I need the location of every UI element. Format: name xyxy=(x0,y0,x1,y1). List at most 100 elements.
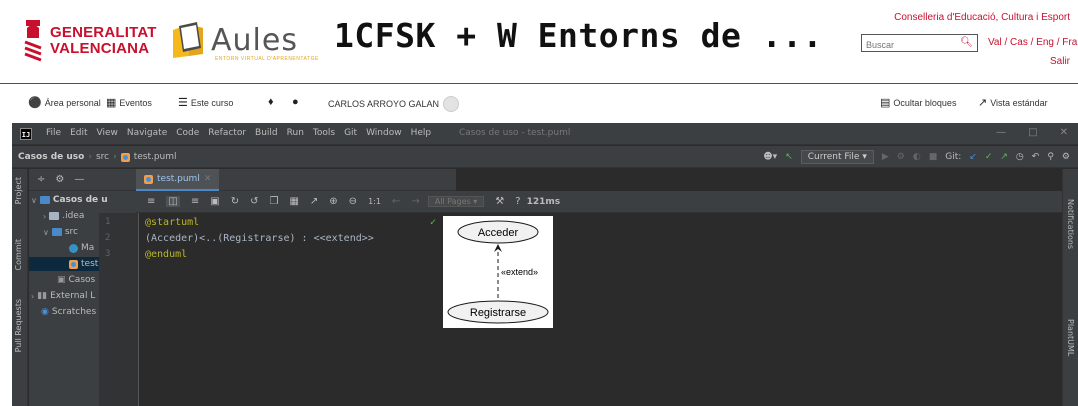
debug-icon[interactable]: ⚙ xyxy=(897,152,905,162)
menu-code[interactable]: Code xyxy=(176,128,199,138)
git-commit-icon[interactable]: ✓ xyxy=(985,152,993,162)
coverage-icon[interactable]: ◐ xyxy=(913,152,921,162)
line-number: 1 xyxy=(105,217,111,227)
tree-item-casos[interactable]: ▣ Casos xyxy=(57,273,95,287)
window-title: Casos de uso - test.puml xyxy=(459,128,571,138)
inspection-ok-icon[interactable]: ✓ xyxy=(430,217,436,228)
menu-file[interactable]: File xyxy=(46,128,61,138)
zoom-out-icon[interactable]: ⊖ xyxy=(349,196,357,207)
git-push-icon[interactable]: ↗ xyxy=(1000,152,1008,162)
history-icon[interactable]: ◷ xyxy=(1016,152,1024,162)
breadcrumb-folder[interactable]: src xyxy=(96,152,109,162)
nav-this-course[interactable]: ☰ Este curso xyxy=(178,96,233,109)
code-line-3[interactable]: @enduml xyxy=(145,249,187,260)
generalitat-logo[interactable]: GENERALITAT VALENCIANA xyxy=(22,18,157,64)
tab-commit[interactable]: Commit xyxy=(14,239,23,270)
close-icon[interactable]: ✕ xyxy=(1060,127,1068,138)
breadcrumb-file[interactable]: test.puml xyxy=(134,152,177,162)
hide-panel-icon[interactable]: — xyxy=(74,174,84,185)
help-icon[interactable]: ? xyxy=(515,196,520,207)
aules-logo[interactable]: Aules ENTORN VIRTUAL D'APRENENTATGE xyxy=(171,20,318,62)
intellij-logo-icon[interactable]: IJ xyxy=(20,128,32,140)
nav-personal-area[interactable]: ⚫ Área personal xyxy=(28,96,101,109)
build-hammer-icon[interactable]: ↖ xyxy=(785,152,793,162)
refresh-icon[interactable]: ↻ xyxy=(231,196,239,207)
code-line-1[interactable]: @startuml xyxy=(145,217,199,228)
messages-button[interactable]: ● xyxy=(292,96,302,108)
tab-plantuml[interactable]: PlantUML xyxy=(1066,319,1075,356)
department-link[interactable]: Conselleria d'Educació, Cultura i Esport xyxy=(894,12,1070,23)
minimize-icon[interactable]: — xyxy=(996,127,1006,138)
zoom-actual-button[interactable]: 1:1 xyxy=(368,197,381,206)
settings-gear-icon[interactable]: ⚙ xyxy=(55,174,64,185)
external-open-icon[interactable]: ↗ xyxy=(310,196,318,207)
language-links[interactable]: Val / Cas / Eng / Fra xyxy=(988,37,1077,48)
tree-item-main-class[interactable]: Ma xyxy=(69,241,94,255)
tab-notifications[interactable]: Notifications xyxy=(1066,199,1075,249)
code-editor[interactable]: @startuml (Acceder)<..(Registrarse) : <<… xyxy=(140,213,440,406)
tree-item-external-libraries[interactable]: › ▮▮ External L xyxy=(31,289,95,303)
settings-gear-icon[interactable]: ⚙ xyxy=(1062,152,1070,162)
editor-tab-label: test.puml xyxy=(157,174,200,184)
tree-item-scratches[interactable]: ◉ Scratches xyxy=(41,305,96,319)
tree-item-src[interactable]: ∨ src xyxy=(43,225,78,239)
tree-item-idea[interactable]: › .idea xyxy=(43,209,84,223)
menu-tools[interactable]: Tools xyxy=(313,128,335,138)
user-account-icon[interactable]: ☻▾ xyxy=(763,152,777,162)
tab-pull-requests[interactable]: Pull Requests xyxy=(14,299,23,352)
course-title: 1CFSK + W Entorns de ... xyxy=(334,16,823,55)
pages-select[interactable]: All Pages ▾ xyxy=(427,196,485,207)
hide-blocks-button[interactable]: ▤ Ocultar bloques xyxy=(880,96,956,109)
menu-build[interactable]: Build xyxy=(255,128,278,138)
git-label: Git: xyxy=(945,152,962,162)
run-config-select[interactable]: Current File ▾ xyxy=(800,150,874,164)
search-everywhere-icon[interactable]: ⚲ xyxy=(1047,152,1054,162)
nav-events[interactable]: ▦ Eventos xyxy=(106,96,152,109)
menu-run[interactable]: Run xyxy=(287,128,304,138)
git-update-icon[interactable]: ↙ xyxy=(969,152,977,162)
search-input[interactable] xyxy=(862,37,957,53)
next-page-icon[interactable]: → xyxy=(411,196,419,207)
copy-icon[interactable]: ❐ xyxy=(269,196,278,207)
blocks-icon: ▤ xyxy=(880,97,891,109)
folder-icon xyxy=(39,196,50,204)
arrow-head xyxy=(494,244,502,252)
zoom-in-icon[interactable]: ⊕ xyxy=(329,196,337,207)
ide-window: IJ File Edit View Navigate Code Refactor… xyxy=(12,123,1078,406)
logout-link[interactable]: Salir xyxy=(1050,56,1070,67)
reload-icon[interactable]: ↺ xyxy=(250,196,258,207)
editor-tab-test-puml[interactable]: test.puml ✕ xyxy=(136,169,220,191)
menu-window[interactable]: Window xyxy=(366,128,402,138)
menu-help[interactable]: Help xyxy=(411,128,432,138)
save-icon[interactable]: ▦ xyxy=(289,196,298,207)
search-box[interactable]: 🔍︎ xyxy=(861,34,978,53)
previous-page-icon[interactable]: ← xyxy=(392,196,400,207)
breadcrumb-project[interactable]: Casos de uso xyxy=(18,152,84,162)
run-icon[interactable]: ▶ xyxy=(882,152,889,162)
editor-only-icon[interactable]: ≡ xyxy=(147,196,155,207)
rollback-icon[interactable]: ↶ xyxy=(1032,152,1040,162)
tree-item-project-root[interactable]: ∨ Casos de u xyxy=(31,193,108,207)
standard-view-button[interactable]: ↗ Vista estándar xyxy=(978,96,1048,109)
settings-wrench-icon[interactable]: ⚒ xyxy=(495,196,504,207)
menu-edit[interactable]: Edit xyxy=(70,128,87,138)
menu-view[interactable]: View xyxy=(97,128,118,138)
stop-icon[interactable]: ■ xyxy=(929,152,938,162)
preview-only-icon[interactable]: ≡ xyxy=(191,196,199,207)
tree-item-label: External L xyxy=(50,291,96,301)
image-icon[interactable]: ▣ xyxy=(210,196,219,207)
menu-refactor[interactable]: Refactor xyxy=(208,128,246,138)
user-menu[interactable]: CARLOS ARROYO GALAN xyxy=(328,96,460,112)
ide-titlebar: IJ File Edit View Navigate Code Refactor… xyxy=(12,123,1078,145)
notifications-bell[interactable]: ♦ xyxy=(268,96,277,108)
plantuml-toolbar: ≡ ◫ ≡ ▣ ↻ ↺ ❐ ▦ ↗ ⊕ ⊖ 1:1 ← → All Pages … xyxy=(136,191,1062,213)
tab-project[interactable]: Project xyxy=(14,177,23,204)
maximize-icon[interactable]: □ xyxy=(1028,127,1037,138)
menu-git[interactable]: Git xyxy=(344,128,357,138)
code-line-2[interactable]: (Acceder)<..(Registrarse) : <<extend>> xyxy=(145,233,374,244)
menu-navigate[interactable]: Navigate xyxy=(127,128,167,138)
close-tab-icon[interactable]: ✕ xyxy=(204,174,212,184)
split-view-icon[interactable]: ◫ xyxy=(166,196,180,207)
search-icon[interactable]: 🔍︎ xyxy=(960,37,973,48)
expand-all-icon[interactable]: ÷ xyxy=(37,174,45,185)
